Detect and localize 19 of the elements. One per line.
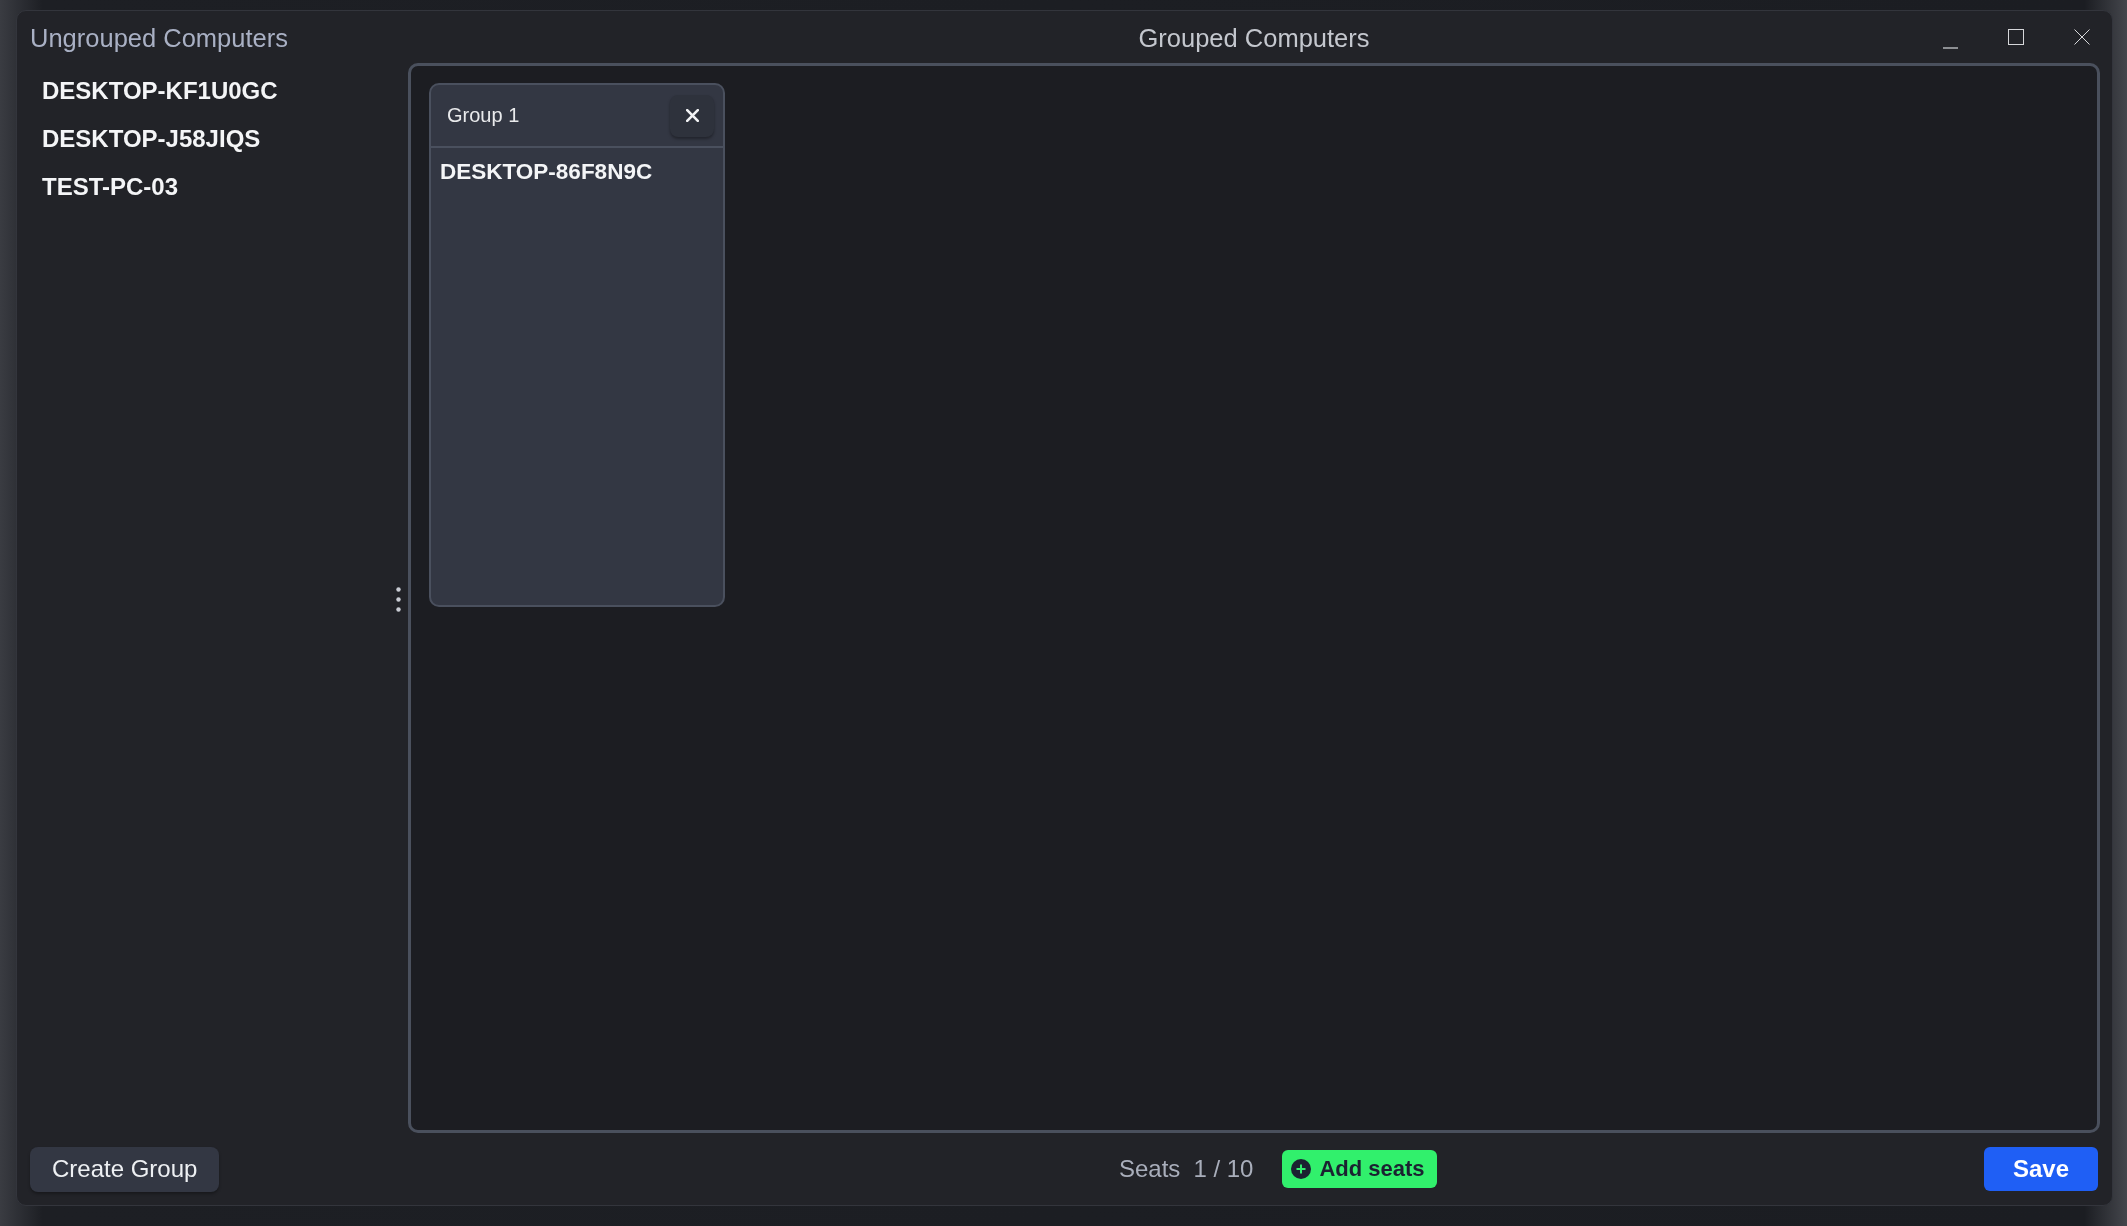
panel-title: Grouped Computers [1138, 23, 1370, 54]
save-button[interactable]: Save [1983, 1147, 2098, 1191]
seats-count: 1 / 10 [1193, 1155, 1254, 1183]
close-icon [685, 109, 699, 122]
computer-list-item[interactable]: TEST-PC-03 [31, 163, 190, 211]
panel-title: Ungrouped Computers [30, 23, 288, 54]
group-title: Group 1 [447, 104, 520, 127]
add-seats-button[interactable]: Add seats [1282, 1150, 1437, 1188]
drag-handle-icon[interactable] [396, 586, 401, 612]
plus-circle-icon [1291, 1159, 1312, 1179]
seats-label: Seats [1119, 1155, 1181, 1183]
minimize-icon [1942, 47, 1958, 49]
remove-group-button[interactable] [670, 94, 714, 137]
maximize-icon [2008, 29, 2024, 45]
computer-list-item[interactable]: DESKTOP-J58JIQS [31, 115, 272, 163]
computer-list-item[interactable]: DESKTOP-86F8N9C [431, 156, 662, 188]
create-group-button[interactable]: Create Group [30, 1146, 220, 1192]
computer-list-item[interactable]: DESKTOP-KF1U0GC [31, 67, 289, 115]
close-icon [2074, 29, 2090, 45]
